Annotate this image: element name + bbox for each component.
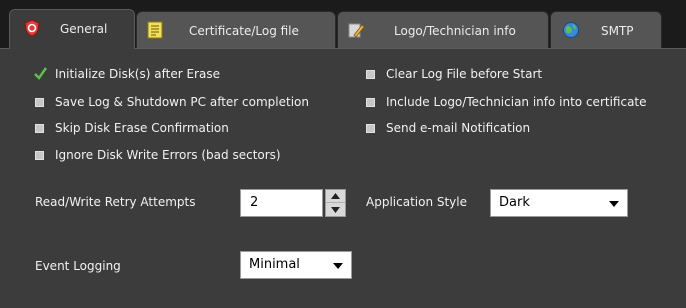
checkbox-label: Skip Disk Erase Confirmation <box>55 121 229 135</box>
chevron-down-icon <box>333 263 343 269</box>
document-icon <box>147 21 163 39</box>
checkbox-box <box>35 150 44 160</box>
tab-label: Certificate/Log file <box>189 24 299 38</box>
retry-attempts-input[interactable]: 2 <box>240 189 323 217</box>
checkbox-box <box>366 123 375 133</box>
clear-log-checkbox[interactable]: Clear Log File before Start <box>366 66 542 82</box>
checkbox-box <box>35 123 44 133</box>
send-email-checkbox[interactable]: Send e-mail Notification <box>366 120 530 136</box>
ignore-write-errors-checkbox[interactable]: Ignore Disk Write Errors (bad sectors) <box>35 147 281 163</box>
checkbox-label: Clear Log File before Start <box>386 67 543 81</box>
include-logo-checkbox[interactable]: Include Logo/Technician info into certif… <box>366 94 647 110</box>
tab-bar: General Certificate/Log file Logo/Techni… <box>0 0 686 49</box>
dropdown-value: Dark <box>499 195 530 210</box>
triangle-up-icon <box>331 193 340 199</box>
tab-smtp[interactable]: SMTP <box>550 11 662 48</box>
triangle-down-icon <box>331 206 340 213</box>
application-style-label: Application Style <box>366 195 468 209</box>
checkbox-label: Include Logo/Technician info into certif… <box>386 95 647 109</box>
tab-label: SMTP <box>601 24 634 38</box>
globe-icon <box>563 22 579 38</box>
spin-down-button[interactable] <box>326 203 345 216</box>
checkbox-label: Ignore Disk Write Errors (bad sectors) <box>55 148 281 162</box>
dropdown-value: Minimal <box>249 257 300 272</box>
chevron-down-icon <box>609 201 619 207</box>
shield-icon <box>24 19 40 37</box>
tab-logo-technician[interactable]: Logo/Technician info <box>337 11 549 48</box>
event-logging-dropdown[interactable]: Minimal <box>240 251 352 279</box>
initialize-disks-checkbox[interactable]: Initialize Disk(s) after Erase <box>34 66 220 82</box>
checkbox-box <box>366 69 375 79</box>
save-log-shutdown-checkbox[interactable]: Save Log & Shutdown PC after completion <box>35 94 309 110</box>
retry-attempts-label: Read/Write Retry Attempts <box>35 195 196 209</box>
spin-up-button[interactable] <box>326 190 345 203</box>
tab-label: Logo/Technician info <box>394 24 516 38</box>
checkbox-label: Send e-mail Notification <box>386 121 531 135</box>
checkbox-box <box>366 97 375 107</box>
tab-general[interactable]: General <box>9 9 135 49</box>
skip-erase-confirmation-checkbox[interactable]: Skip Disk Erase Confirmation <box>35 120 229 136</box>
checkbox-box <box>35 97 44 107</box>
checkbox-label: Initialize Disk(s) after Erase <box>55 67 220 81</box>
checkbox-label: Save Log & Shutdown PC after completion <box>55 95 309 109</box>
checkmark-icon <box>34 66 47 80</box>
retry-attempts-spinbox[interactable]: 2 <box>240 189 346 217</box>
pencil-icon <box>348 23 365 38</box>
application-style-dropdown[interactable]: Dark <box>490 189 628 217</box>
tab-label: General <box>60 22 108 36</box>
event-logging-label: Event Logging <box>35 259 121 273</box>
spin-buttons <box>325 189 346 217</box>
tab-certificate-log[interactable]: Certificate/Log file <box>136 11 336 48</box>
